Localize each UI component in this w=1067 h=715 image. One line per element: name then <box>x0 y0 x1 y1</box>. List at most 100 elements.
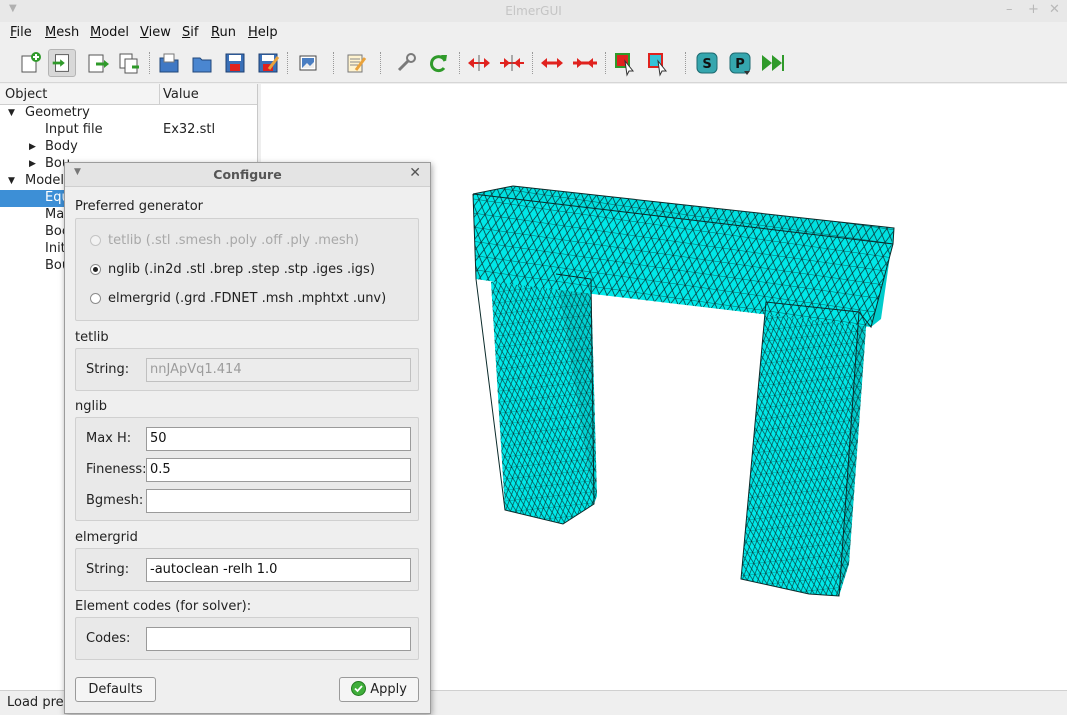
elmergrid-string-label: String: <box>86 562 130 577</box>
select-surface-icon[interactable] <box>611 49 639 77</box>
svg-text:P: P <box>735 57 745 72</box>
open-project-icon[interactable] <box>155 49 183 77</box>
maximize-icon[interactable]: + <box>1028 2 1039 17</box>
toolbar-separator <box>685 52 686 74</box>
tree-row-label: Input file <box>45 122 103 137</box>
radio-label: tetlib (.stl .smesh .poly .off .ply .mes… <box>108 233 359 248</box>
expanded-arrow-icon[interactable]: ▼ <box>8 108 15 118</box>
toolbar-separator <box>149 52 150 74</box>
nglib-group-label: nglib <box>75 399 107 414</box>
bgmesh-label: Bgmesh: <box>86 493 144 508</box>
toolbar-separator <box>605 52 606 74</box>
radio-label: elmergrid (.grd .FDNET .msh .mphtxt .unv… <box>108 291 387 306</box>
menu-file[interactable]: File <box>10 25 32 40</box>
window-title: ElmerGUI <box>505 4 562 18</box>
menu-model[interactable]: Model <box>90 25 129 40</box>
save-icon[interactable] <box>221 49 249 77</box>
menu-view[interactable]: View <box>140 25 171 40</box>
menu-sif[interactable]: Sif <box>182 25 198 40</box>
collapsed-arrow-icon[interactable]: ▶ <box>29 159 36 169</box>
parallel-icon[interactable]: P <box>726 49 754 77</box>
copy-icon[interactable] <box>115 49 143 77</box>
radio-indicator <box>90 235 101 246</box>
elmergrid-string-input[interactable]: -autoclean -relh 1.0 <box>146 558 411 582</box>
bgmesh-input[interactable] <box>146 489 411 513</box>
tetlib-string-input[interactable]: nnJApVq1.414 <box>146 358 411 382</box>
element-codes-group: Codes: <box>75 617 419 660</box>
radio-label: nglib (.in2d .stl .brep .step .stp .iges… <box>108 262 375 277</box>
column-object[interactable]: Object <box>5 87 47 102</box>
tree-row-label: Init <box>45 241 66 256</box>
tree-row-label: Model <box>25 173 65 188</box>
preferred-generator-label: Preferred generator <box>75 199 203 214</box>
menu-mesh[interactable]: Mesh <box>45 25 79 40</box>
tree-row-label: Ma <box>45 207 65 222</box>
toolbar-separator <box>287 52 288 74</box>
toolbar-separator <box>380 52 381 74</box>
tree-row-body[interactable]: ▶ Body <box>0 139 257 156</box>
tetlib-group-label: tetlib <box>75 330 109 345</box>
reload-icon[interactable] <box>425 49 453 77</box>
edit-icon[interactable] <box>342 49 370 77</box>
fineness-input[interactable]: 0.5 <box>146 458 411 482</box>
open-mesh-icon[interactable] <box>48 49 76 77</box>
run-icon[interactable] <box>759 49 787 77</box>
minimize-icon[interactable]: – <box>1006 2 1013 17</box>
configure-dialog: ▼ Configure ✕ Preferred generator tetlib… <box>64 162 431 714</box>
window-titlebar: ▼ ElmerGUI – + ✕ <box>0 0 1067 23</box>
divide-edge-icon[interactable] <box>538 49 566 77</box>
wrench-icon[interactable] <box>392 49 420 77</box>
codes-input[interactable] <box>146 627 411 651</box>
status-text: Load prev <box>7 695 72 710</box>
new-icon[interactable] <box>16 49 44 77</box>
elmergrid-group: String: -autoclean -relh 1.0 <box>75 548 419 591</box>
toolbar-separator <box>532 52 533 74</box>
column-divider <box>159 84 160 104</box>
unify-edge-icon[interactable] <box>571 49 599 77</box>
toolbar-separator <box>333 52 334 74</box>
nglib-group: Max H: 50 Fineness: 0.5 Bgmesh: <box>75 417 419 521</box>
mesh-left-leg <box>491 274 597 524</box>
elmergrid-group-label: elmergrid <box>75 530 138 545</box>
tree-row-value: Ex32.stl <box>163 122 216 137</box>
element-codes-group-label: Element codes (for solver): <box>75 599 252 614</box>
apply-button[interactable]: Apply <box>339 677 419 702</box>
tree-row-input-file[interactable]: Input file Ex32.stl <box>0 122 257 139</box>
toolbar-separator <box>459 52 460 74</box>
codes-label: Codes: <box>86 631 131 646</box>
radio-indicator <box>90 264 101 275</box>
defaults-button[interactable]: Defaults <box>75 677 156 702</box>
menu-run[interactable]: Run <box>211 25 236 40</box>
toolbar: S P <box>0 44 1067 83</box>
column-value[interactable]: Value <box>163 87 199 102</box>
tree-row-geometry[interactable]: ▼ Geometry <box>0 105 257 122</box>
menu-help[interactable]: Help <box>248 25 278 40</box>
expanded-arrow-icon[interactable]: ▼ <box>8 176 15 186</box>
preferred-generator-group: tetlib (.stl .smesh .poly .off .ply .mes… <box>75 218 419 321</box>
menubar: File Mesh Model View Sif Run Help <box>0 22 1067 44</box>
apply-label: Apply <box>370 682 407 697</box>
maxh-input[interactable]: 50 <box>146 427 411 451</box>
tree-row-label: Geometry <box>25 105 90 120</box>
fineness-label: Fineness: <box>86 462 147 477</box>
close-window-icon[interactable]: ✕ <box>1049 2 1060 17</box>
folder-icon[interactable] <box>188 49 216 77</box>
radio-indicator <box>90 293 101 304</box>
image-icon[interactable] <box>294 49 322 77</box>
close-dialog-icon[interactable]: ✕ <box>409 165 421 181</box>
save-mesh-icon[interactable] <box>84 49 112 77</box>
mesh-right-leg <box>741 302 867 596</box>
save-as-icon[interactable] <box>254 49 282 77</box>
check-icon <box>351 681 367 696</box>
tetlib-group: String: nnJApVq1.414 <box>75 348 419 391</box>
tree-header: Object Value <box>0 84 257 105</box>
unify-icon[interactable] <box>498 49 526 77</box>
sif-icon[interactable]: S <box>693 49 721 77</box>
select-edge-icon[interactable] <box>644 49 672 77</box>
tetlib-string-label: String: <box>86 362 130 377</box>
dialog-title: Configure <box>213 167 282 182</box>
dialog-titlebar: ▼ Configure ✕ <box>65 163 430 187</box>
tree-row-label: Body <box>45 139 78 154</box>
collapsed-arrow-icon[interactable]: ▶ <box>29 142 36 152</box>
divide-icon[interactable] <box>465 49 493 77</box>
